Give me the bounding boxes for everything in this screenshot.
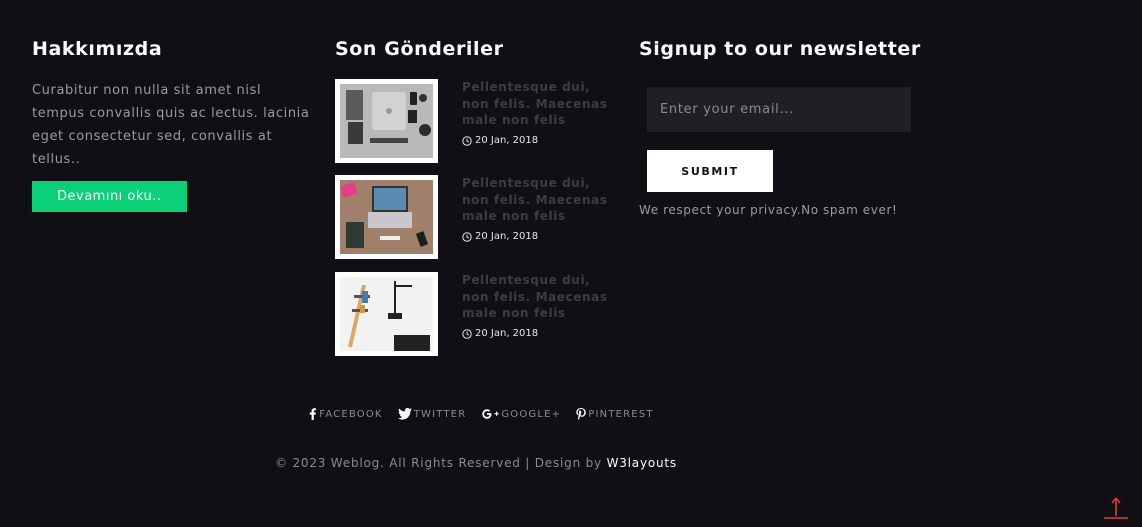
facebook-icon xyxy=(310,408,317,420)
post-item[interactable]: Pellentesque dui, non felis. Maecenas ma… xyxy=(335,175,620,259)
recent-posts-title: Son Gönderiler xyxy=(335,38,504,60)
post-date: 20 Jan, 2018 xyxy=(462,231,538,242)
social-links: FACEBOOK TWITTER GOOGLE+ PINTEREST xyxy=(0,408,962,420)
google-plus-label: GOOGLE+ xyxy=(501,408,562,420)
back-to-top-icon[interactable] xyxy=(1102,494,1130,522)
clock-icon xyxy=(462,328,472,339)
laptop-desk-image xyxy=(340,180,433,254)
facebook-link[interactable]: FACEBOOK xyxy=(308,408,382,420)
copyright-text: © 2023 Weblog. All Rights Reserved | Des… xyxy=(275,456,602,470)
clock-icon xyxy=(462,135,472,146)
clock-icon xyxy=(462,231,472,242)
designer-link[interactable]: W3layouts xyxy=(607,456,677,470)
post-date-text: 20 Jan, 2018 xyxy=(475,231,539,242)
newsletter-title: Signup to our newsletter xyxy=(639,38,921,60)
google-plus-icon xyxy=(482,409,500,419)
post-date: 20 Jan, 2018 xyxy=(462,328,538,339)
copyright: © 2023 Weblog. All Rights Reserved | Des… xyxy=(0,456,952,470)
post-item[interactable]: Pellentesque dui, non felis. Maecenas ma… xyxy=(335,79,620,163)
privacy-note: We respect your privacy.No spam ever! xyxy=(639,203,898,217)
post-title[interactable]: Pellentesque dui, non felis. Maecenas ma… xyxy=(462,79,612,129)
post-thumbnail[interactable] xyxy=(335,175,438,259)
about-title: Hakkımızda xyxy=(32,38,163,60)
pinterest-link[interactable]: PINTEREST xyxy=(576,408,653,420)
flatlay-gadgets-image xyxy=(340,84,433,158)
submit-button[interactable]: SUBMIT xyxy=(647,150,773,192)
post-date-text: 20 Jan, 2018 xyxy=(475,328,539,339)
about-text: Curabitur non nulla sit amet nisl tempus… xyxy=(32,83,310,167)
wall-shelf-image xyxy=(340,277,433,351)
facebook-label: FACEBOOK xyxy=(319,408,383,420)
twitter-icon xyxy=(397,408,412,420)
twitter-link[interactable]: TWITTER xyxy=(397,408,467,420)
post-date: 20 Jan, 2018 xyxy=(462,135,538,146)
pinterest-label: PINTEREST xyxy=(588,408,654,420)
read-more-button[interactable]: Devamını oku.. xyxy=(32,181,187,212)
google-plus-link[interactable]: GOOGLE+ xyxy=(481,408,561,420)
post-title[interactable]: Pellentesque dui, non felis. Maecenas ma… xyxy=(462,272,612,322)
newsletter-section: Signup to our newsletter SUBMIT We respe… xyxy=(639,38,939,217)
post-thumbnail[interactable] xyxy=(335,79,438,163)
pinterest-icon xyxy=(576,408,587,420)
email-field[interactable] xyxy=(647,87,911,132)
about-section: Hakkımızda Curabitur non nulla sit amet … xyxy=(32,38,312,212)
twitter-label: TWITTER xyxy=(413,408,467,420)
post-date-text: 20 Jan, 2018 xyxy=(475,135,539,146)
post-item[interactable]: Pellentesque dui, non felis. Maecenas ma… xyxy=(335,272,620,356)
recent-posts-section: Son Gönderiler Pellentesque dui, non fel… xyxy=(335,38,620,356)
post-thumbnail[interactable] xyxy=(335,272,438,356)
post-title[interactable]: Pellentesque dui, non felis. Maecenas ma… xyxy=(462,175,612,225)
